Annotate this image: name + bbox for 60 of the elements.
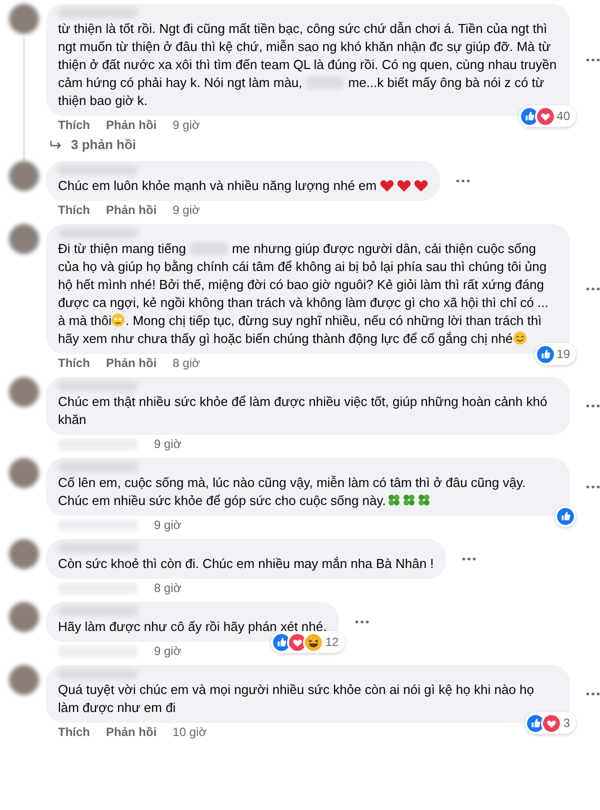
heart-emoji-icon <box>380 179 394 192</box>
reply-link[interactable]: Phản hồi <box>106 117 157 133</box>
comment-time: 10 giờ <box>172 724 207 740</box>
laughing-face-icon <box>305 634 322 650</box>
comment-time: 9 giờ <box>172 202 200 218</box>
reply-link[interactable]: Phản hồi <box>106 355 157 371</box>
reaction-count[interactable]: 40 <box>518 105 576 127</box>
comment-time: 9 giờ <box>154 436 182 452</box>
reaction-count[interactable]: 12 <box>271 631 345 653</box>
avatar[interactable] <box>9 224 39 254</box>
like-icon <box>520 108 538 124</box>
comment-text: Chúc em luôn khỏe mạnh và nhiều năng lượng nhé em <box>58 177 428 195</box>
more-icon[interactable] <box>586 58 600 62</box>
reply-arrow-icon <box>50 140 63 150</box>
more-icon[interactable] <box>462 557 476 561</box>
like-link[interactable]: Thích <box>58 724 90 740</box>
comment-time: 8 giờ <box>154 580 182 596</box>
like-icon <box>536 346 554 362</box>
reaction-count[interactable]: 3 <box>525 712 576 734</box>
like-icon <box>273 634 290 650</box>
like-link[interactable]: Thích <box>58 202 90 218</box>
more-icon[interactable] <box>354 620 369 624</box>
like-icon <box>557 508 574 525</box>
clover-emoji-icon <box>416 493 431 507</box>
reply-link[interactable]: Phản hồi <box>106 724 157 740</box>
comment-time: 9 giờ <box>154 517 182 533</box>
like-link[interactable]: Thích <box>58 117 90 133</box>
comment-time: 8 giờ <box>172 355 200 371</box>
clover-emoji-icon <box>402 493 416 507</box>
reaction-count[interactable]: 19 <box>534 343 576 365</box>
like-icon <box>527 714 544 732</box>
avatar[interactable] <box>9 4 39 34</box>
comment-time: 9 giờ <box>172 117 200 133</box>
more-icon[interactable] <box>456 179 470 183</box>
comment-text: Còn sức khoẻ thì còn đi. Chúc em nhiều may mắn nha Bà Nhân ! <box>58 555 434 573</box>
clover-emoji-icon <box>386 493 401 507</box>
avatar[interactable] <box>9 458 39 488</box>
reaction-count[interactable] <box>555 506 576 527</box>
avatar[interactable] <box>9 377 39 407</box>
heart-emoji-icon <box>414 179 428 192</box>
more-icon[interactable] <box>586 485 600 489</box>
comment-text: Cố lên em, cuộc sống mà, lúc nào cũng vậy, miễn làm có tâm thì ở đâu cũng vậy. Chúc em nhiều sức khỏe để góp sức cho cuộc sống này. <box>58 474 527 510</box>
avatar[interactable] <box>9 539 39 569</box>
heart-icon <box>543 714 560 732</box>
smiling-face-emoji-icon <box>512 331 527 345</box>
avatar[interactable] <box>9 602 39 632</box>
avatar[interactable] <box>9 161 39 191</box>
reply-link[interactable]: Phản hồi <box>106 202 157 218</box>
more-icon[interactable] <box>586 692 600 696</box>
view-replies-link[interactable]: 3 phản hồi <box>46 137 136 153</box>
heart-emoji-icon <box>396 179 411 192</box>
heart-icon <box>536 108 554 124</box>
comment-text: Chúc em thật nhiều sức khỏe để làm được nhiều việc tốt, giúp những hoàn cảnh khó khăn <box>58 393 548 429</box>
more-icon[interactable] <box>586 404 600 408</box>
like-link[interactable]: Thích <box>58 355 90 371</box>
avatar[interactable] <box>9 665 39 695</box>
face-emoji-icon <box>111 313 126 327</box>
heart-icon <box>289 634 306 650</box>
comment-time: 9 giờ <box>154 643 182 659</box>
more-icon[interactable] <box>586 287 600 291</box>
